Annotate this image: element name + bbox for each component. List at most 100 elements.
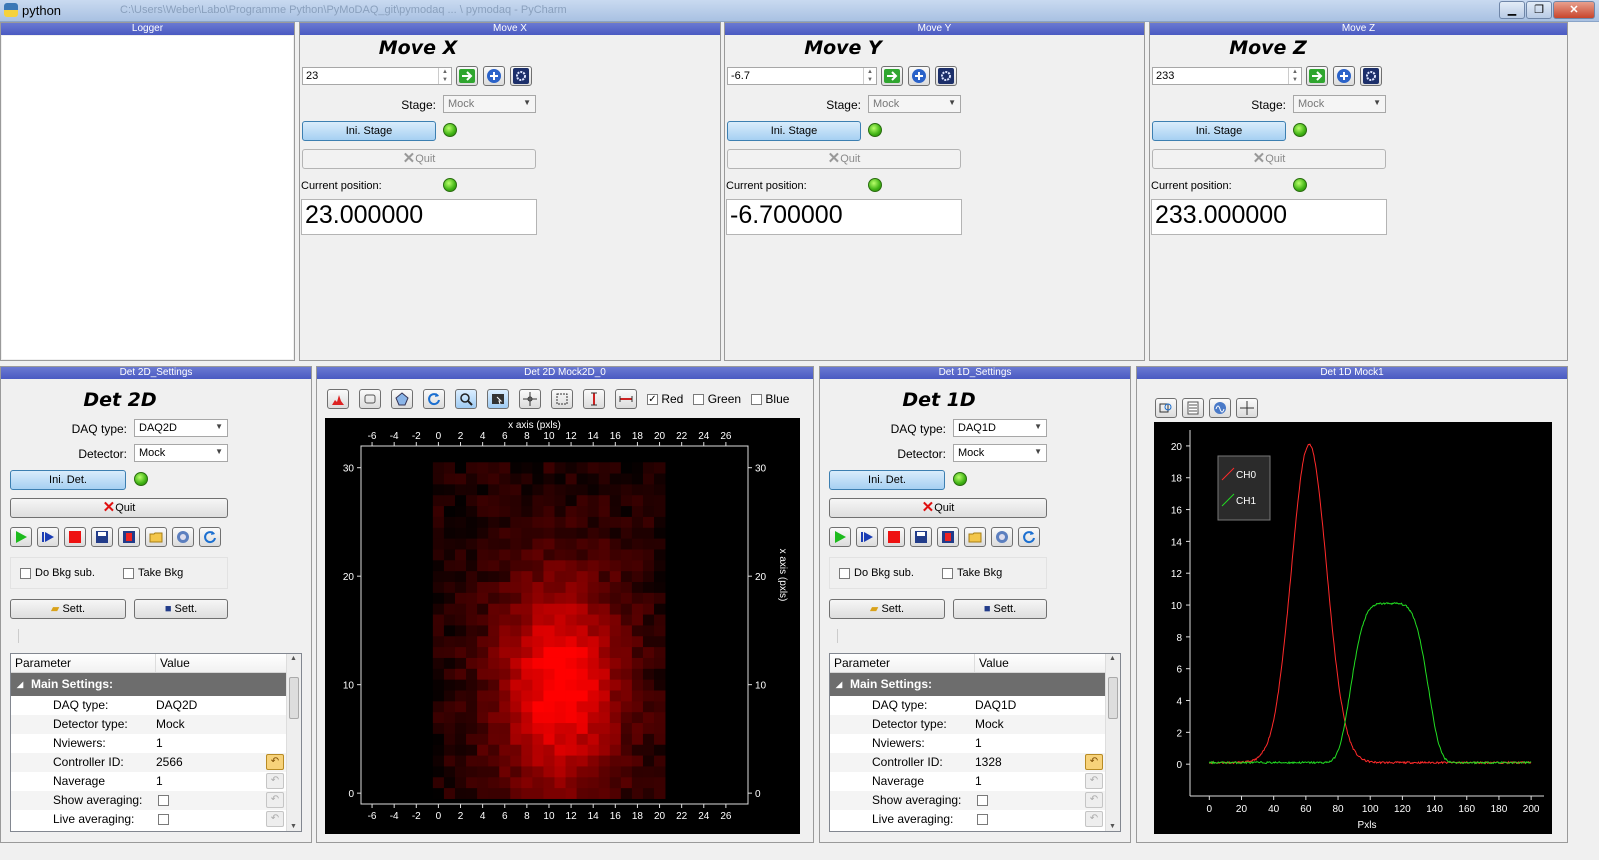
close-button[interactable]: ✕ xyxy=(1553,1,1595,19)
spinbox-arrows[interactable]: ▲ ▼ xyxy=(438,68,451,84)
tree-row[interactable]: DAQ type: DAQ1D xyxy=(830,696,1105,715)
dock-title-det1d-settings[interactable]: Det 1D_Settings xyxy=(820,367,1130,379)
zoom-icon[interactable] xyxy=(455,389,477,409)
move-abs-icon[interactable] xyxy=(1306,66,1328,86)
tree-row[interactable]: DAQ type: DAQ2D xyxy=(11,696,286,715)
load-settings-button[interactable]: ▰ Sett. xyxy=(10,599,126,619)
parameter-column-header[interactable]: Parameter xyxy=(11,654,156,672)
param-value[interactable]: DAQ1D xyxy=(975,696,1105,715)
save-icon[interactable] xyxy=(91,527,113,547)
tree-group-main-settings[interactable]: ◢ Main Settings: xyxy=(830,673,1105,696)
value-column-header[interactable]: Value xyxy=(156,654,190,672)
play-icon[interactable] xyxy=(829,527,851,547)
quit-button[interactable]: ✕Quit xyxy=(302,149,536,169)
scrollbar-thumb[interactable] xyxy=(289,677,299,719)
parameter-column-header[interactable]: Parameter xyxy=(830,654,975,672)
green-channel-toggle[interactable]: Green xyxy=(693,392,741,406)
bkg-sub-checkbox[interactable] xyxy=(839,567,850,579)
splitter-handle[interactable] xyxy=(18,629,19,643)
ini-stage-button[interactable]: Ini. Stage xyxy=(1152,121,1286,141)
scroll-up-arrow[interactable]: ▲ xyxy=(290,655,297,662)
plot-legend[interactable]: CH0 CH1 xyxy=(1217,455,1271,521)
load-settings-button[interactable]: ▰ Sett. xyxy=(829,599,945,619)
maximize-button[interactable]: ❐ xyxy=(1526,1,1552,19)
stop-icon[interactable] xyxy=(64,527,86,547)
scroll-down-arrow[interactable]: ▼ xyxy=(290,823,297,830)
roi-manager-icon[interactable] xyxy=(172,527,194,547)
refresh-icon[interactable] xyxy=(1018,527,1040,547)
tree-row[interactable]: Controller ID: 1328 ↶ xyxy=(830,753,1105,772)
roi-manager-icon[interactable] xyxy=(991,527,1013,547)
quit-det-button[interactable]: ✕Quit xyxy=(829,498,1047,518)
tree-scrollbar[interactable]: ▲ ▼ xyxy=(1105,654,1120,831)
ini-det-button[interactable]: Ini. Det. xyxy=(10,470,126,490)
param-checkbox[interactable] xyxy=(977,795,988,806)
data-table-icon[interactable] xyxy=(1182,398,1204,418)
blue-checkbox[interactable] xyxy=(751,394,763,406)
scrollbar-thumb[interactable] xyxy=(1108,677,1118,719)
move-abs-icon[interactable] xyxy=(456,66,478,86)
save-icon[interactable] xyxy=(910,527,932,547)
reset-default-icon[interactable]: ↶ xyxy=(1085,811,1103,827)
param-value[interactable]: Mock xyxy=(156,715,286,734)
save-current-icon[interactable] xyxy=(937,527,959,547)
settings-gear-icon[interactable] xyxy=(1360,66,1382,86)
param-value[interactable]: ↶ xyxy=(975,810,1105,829)
parameter-tree[interactable]: Parameter Value ◢ Main Settings: DAQ type: DA… xyxy=(829,653,1121,832)
spinbox-arrows[interactable]: ▲ ▼ xyxy=(863,68,876,84)
stage-combo[interactable]: Mock ▼ xyxy=(443,95,536,113)
tree-row[interactable]: Show averaging: ↶ xyxy=(830,791,1105,810)
move-rel-plus-icon[interactable] xyxy=(908,66,930,86)
take-bkg-checkbox[interactable] xyxy=(942,567,953,579)
tree-group-main-settings[interactable]: ◢ Main Settings: xyxy=(11,673,286,696)
param-value[interactable]: 1 ↶ xyxy=(156,772,286,791)
logger-text-area[interactable] xyxy=(2,36,293,359)
image-plot-2d[interactable]: -6-6-4-4-2-20022446688101012121414161618… xyxy=(325,418,800,834)
bkg-sub-toggle[interactable]: Do Bkg sub. xyxy=(839,567,914,579)
blue-channel-toggle[interactable]: Blue xyxy=(751,392,789,406)
reset-default-icon[interactable]: ↶ xyxy=(1085,773,1103,789)
param-value[interactable]: ↶ xyxy=(975,791,1105,810)
dock-title-logger[interactable]: Logger xyxy=(1,23,294,35)
param-value[interactable]: 1 ↶ xyxy=(975,772,1105,791)
play-icon[interactable] xyxy=(10,527,32,547)
param-value[interactable]: 1 xyxy=(975,734,1105,753)
isocurve-icon[interactable] xyxy=(391,389,413,409)
collapse-arrow-icon[interactable]: ◢ xyxy=(836,673,842,696)
param-checkbox[interactable] xyxy=(977,814,988,825)
dock-title-det2d-settings[interactable]: Det 2D_Settings xyxy=(1,367,311,379)
take-bkg-toggle[interactable]: Take Bkg xyxy=(942,567,1002,579)
roi-rect-icon[interactable] xyxy=(359,389,381,409)
take-bkg-checkbox[interactable] xyxy=(123,567,134,579)
reset-default-icon[interactable]: ↶ xyxy=(1085,754,1103,770)
param-value[interactable]: ↶ xyxy=(156,810,286,829)
save-settings-button[interactable]: ■ Sett. xyxy=(953,599,1047,619)
dock-title-move-y[interactable]: Move Y xyxy=(725,23,1144,35)
aspect-ratio-icon[interactable] xyxy=(487,389,509,409)
daq-type-combo[interactable]: DAQ2D ▼ xyxy=(134,419,228,437)
roi-select-icon[interactable] xyxy=(551,389,573,409)
daq-type-combo[interactable]: DAQ1D ▼ xyxy=(953,419,1047,437)
zoom-roi-icon[interactable] xyxy=(1155,398,1177,418)
reset-default-icon[interactable]: ↶ xyxy=(266,754,284,770)
tree-row[interactable]: Detector type: Mock xyxy=(11,715,286,734)
reset-default-icon[interactable]: ↶ xyxy=(1085,792,1103,808)
tree-row[interactable]: Controller ID: 2566 ↶ xyxy=(11,753,286,772)
position-spinbox[interactable]: 23 ▲ ▼ xyxy=(302,67,452,85)
save-settings-button[interactable]: ■ Sett. xyxy=(134,599,228,619)
tree-row[interactable]: Naverage 1 ↶ xyxy=(11,772,286,791)
refresh-icon[interactable] xyxy=(423,389,445,409)
dock-title-move-x[interactable]: Move X xyxy=(300,23,720,35)
crosshair-icon[interactable] xyxy=(519,389,541,409)
param-value[interactable]: Mock xyxy=(975,715,1105,734)
detector-combo[interactable]: Mock ▼ xyxy=(953,444,1047,462)
spinbox-arrows[interactable]: ▲ ▼ xyxy=(1288,68,1301,84)
param-value[interactable]: DAQ2D xyxy=(156,696,286,715)
tree-row[interactable]: Detector type: Mock xyxy=(830,715,1105,734)
parameter-tree[interactable]: Parameter Value ◢ Main Settings: DAQ type: DA… xyxy=(10,653,302,832)
tree-row[interactable]: Live averaging: ↶ xyxy=(11,810,286,829)
green-checkbox[interactable] xyxy=(693,394,705,406)
bkg-sub-checkbox[interactable] xyxy=(20,567,31,579)
tree-row[interactable]: Show averaging: ↶ xyxy=(11,791,286,810)
line-plot-1d[interactable]: 0 20 40 60 80 100 120 140 160 180 200 0 2 4 6 8 10 12 14 16… xyxy=(1154,422,1552,834)
